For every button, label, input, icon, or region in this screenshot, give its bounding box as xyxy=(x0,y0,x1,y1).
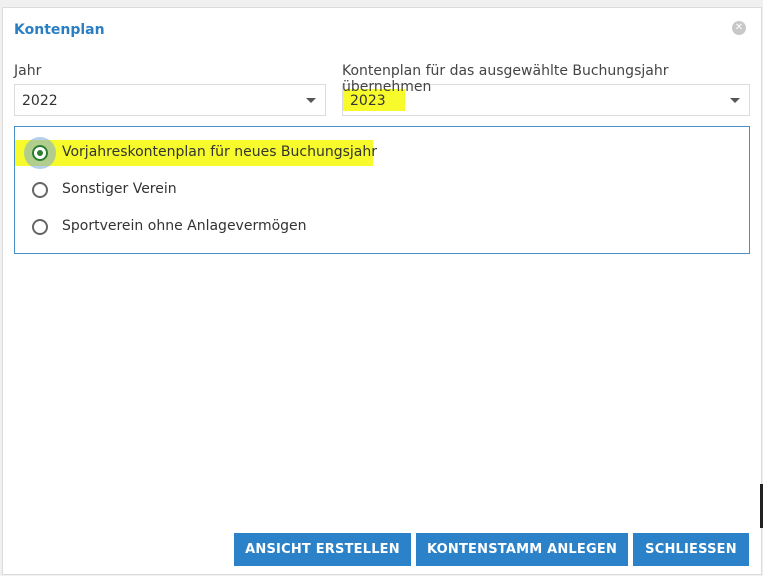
year-select[interactable]: 2022 xyxy=(14,84,326,116)
radio-dot xyxy=(37,150,43,156)
target-year-select-value: 2023 xyxy=(350,93,386,109)
kontenplan-dialog: Kontenplan ✕ Jahr 2022 Kontenplan für da… xyxy=(2,7,763,575)
radio-button-checked-icon[interactable] xyxy=(32,145,48,161)
chevron-down-icon xyxy=(306,98,316,103)
create-accounts-button[interactable]: KONTENSTAMM ANLEGEN xyxy=(416,533,628,566)
radio-option-label: Sportverein ohne Anlagevermögen xyxy=(62,218,307,234)
radio-button-icon[interactable] xyxy=(32,219,48,235)
target-year-label: Kontenplan für das ausgewählte Buchungsj… xyxy=(342,63,669,95)
radio-option-sonstiger-verein[interactable]: Sonstiger Verein xyxy=(15,179,715,203)
radio-option-label: Vorjahreskontenplan für neues Buchungsja… xyxy=(62,144,378,160)
close-button[interactable]: SCHLIESSEN xyxy=(633,533,749,566)
radio-button-icon[interactable] xyxy=(32,182,48,198)
year-label: Jahr xyxy=(14,63,42,79)
chevron-down-icon xyxy=(730,98,740,103)
radio-option-prior-year[interactable]: Vorjahreskontenplan für neues Buchungsja… xyxy=(15,137,715,169)
close-icon[interactable]: ✕ xyxy=(732,21,746,35)
dialog-title: Kontenplan xyxy=(14,22,105,38)
year-select-value: 2022 xyxy=(22,93,58,109)
template-radio-group: Vorjahreskontenplan für neues Buchungsja… xyxy=(14,126,750,254)
radio-option-sportverein[interactable]: Sportverein ohne Anlagevermögen xyxy=(15,216,715,240)
create-view-button[interactable]: ANSICHT ERSTELLEN xyxy=(234,533,411,566)
radio-option-label: Sonstiger Verein xyxy=(62,181,177,197)
